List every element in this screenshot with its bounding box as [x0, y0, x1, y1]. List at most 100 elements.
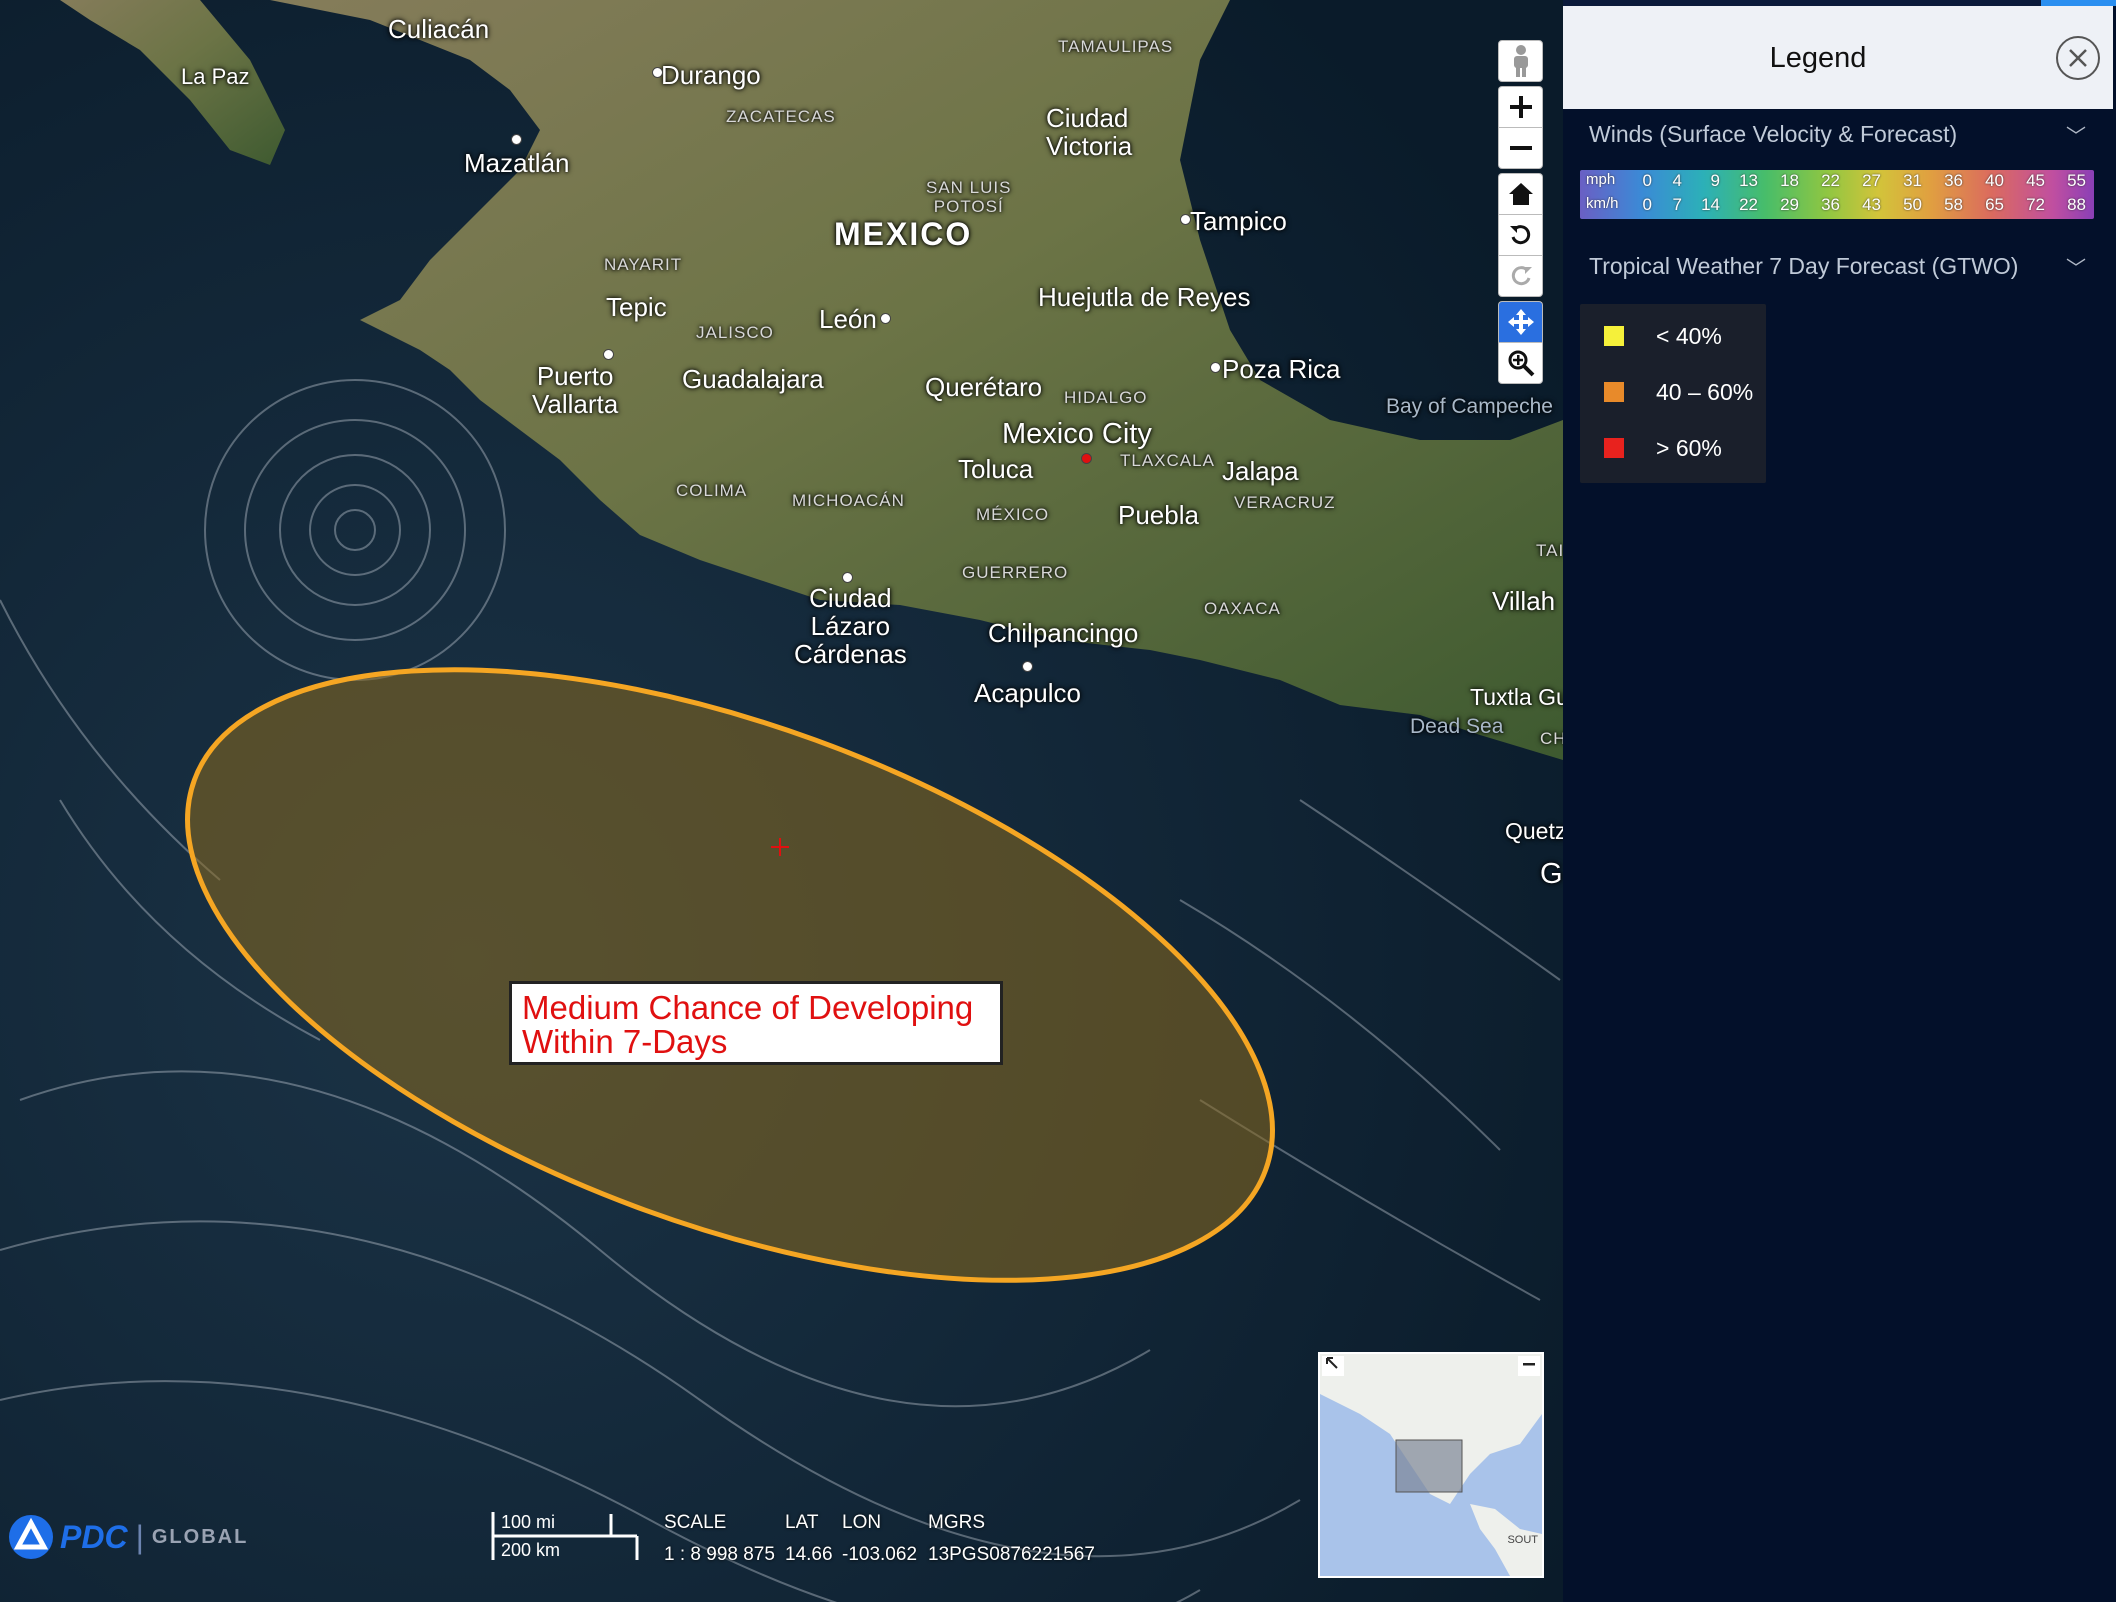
capital-marker	[1081, 453, 1092, 464]
home-icon	[1508, 183, 1533, 205]
legend-close-button[interactable]	[2056, 36, 2100, 80]
city-marker	[880, 313, 891, 324]
wind-scale-kmh-value: 0	[1642, 195, 1652, 214]
zoom-box-button[interactable]	[1498, 342, 1543, 384]
map-label-puerto-vallarta: Puerto Vallarta	[532, 361, 619, 419]
wind-scale-kmh-value: 14	[1701, 195, 1720, 214]
map-label-hidalgo: HIDALGO	[1064, 388, 1148, 407]
map-label-jalapa: Jalapa	[1222, 456, 1299, 486]
wind-scale-mph-value: 22	[1821, 171, 1840, 190]
rotate-right-icon	[1511, 266, 1532, 286]
legend-section-winds[interactable]: Winds (Surface Velocity & Forecast)	[1589, 121, 1957, 148]
gtwo-swatch-red	[1604, 438, 1624, 458]
readout-lat: LAT 14.66	[785, 1512, 833, 1566]
map-label-mexico-state: MÉXICO	[976, 505, 1050, 524]
scale-bar: 100 mi 200 km	[491, 1510, 641, 1562]
wind-scale-mph-value: 13	[1739, 171, 1758, 190]
map-label-tampico: Tampico	[1190, 206, 1287, 236]
minimap-expand-button[interactable]	[1322, 1356, 1344, 1376]
map-label-tab: TAI	[1536, 541, 1563, 560]
zoom-in-button[interactable]	[1498, 86, 1543, 127]
wind-scale-kmh-row: km/h 0 7 14 22 29 36 43 50 58 65 72 88	[1580, 195, 2094, 219]
wind-scale-kmh-value: 22	[1739, 195, 1758, 214]
map-label-tamaulipas: TAMAULIPAS	[1058, 37, 1174, 56]
overview-minimap[interactable]: SOUT	[1318, 1352, 1544, 1578]
chevron-down-icon[interactable]: ﹀	[2066, 120, 2086, 149]
map-toolbar	[1498, 40, 1543, 388]
map-label-ciudad-victoria: Ciudad Victoria	[1046, 103, 1133, 161]
rotate-left-icon	[1509, 225, 1530, 245]
map-label-michoacan: MICHOACÁN	[792, 491, 905, 510]
forecast-annotation: Medium Chance of Developing Within 7-Day…	[509, 981, 1003, 1065]
map-label-la-paz: La Paz	[181, 64, 250, 89]
city-marker	[511, 134, 522, 145]
map-label-colima: COLIMA	[676, 481, 748, 500]
wind-scale-mph-value: 36	[1944, 171, 1963, 190]
map-label-guadalajara: Guadalajara	[682, 364, 824, 394]
city-marker	[1210, 362, 1221, 373]
map-label-tlaxcala: TLAXCALA	[1120, 451, 1215, 470]
gtwo-swatch-yellow	[1604, 326, 1624, 346]
map-label-jalisco: JALISCO	[696, 323, 774, 342]
map-label-ciudad-lazaro-cardenas: Ciudad Lázaro Cárdenas	[794, 583, 907, 669]
pdc-global-logo: PDC | GLOBAL	[8, 1514, 248, 1560]
map-label-guerrero: GUERRERO	[962, 563, 1069, 582]
wind-scale-kmh-value: 88	[2067, 195, 2086, 214]
chevron-down-icon[interactable]: ﹀	[2066, 252, 2086, 281]
readout-lat-value: 14.66	[785, 1544, 833, 1565]
scale-bar-km: 200 km	[501, 1540, 561, 1560]
minimap-collapse-button[interactable]	[1518, 1356, 1540, 1376]
pan-button[interactable]	[1498, 301, 1543, 342]
wind-scale-kmh-value: 58	[1944, 195, 1963, 214]
gtwo-swatch-orange	[1604, 382, 1624, 402]
map-label-tuxtla: Tuxtla Gu	[1470, 684, 1563, 710]
wind-scale-mph-row: mph 0 4 9 13 18 22 27 31 36 40 45 55	[1580, 171, 2094, 195]
logo-global-text: GLOBAL	[151, 1525, 249, 1548]
minus-icon	[1509, 146, 1532, 150]
readout-scale-value: 1 : 8 998 875	[664, 1544, 775, 1565]
gtwo-label-medium: 40 – 60%	[1656, 379, 1754, 405]
readout-lon-label: LON	[842, 1512, 882, 1533]
map-label-queretaro: Querétaro	[925, 372, 1043, 402]
map-label-tepic: Tepic	[606, 292, 667, 322]
street-view-button[interactable]	[1498, 40, 1543, 82]
map-label-g: G	[1540, 858, 1563, 890]
map-view[interactable]: Culiacán La Paz Durango TAMAULIPAS ZACAT…	[0, 0, 1563, 1602]
map-label-villah: Villah	[1492, 586, 1556, 616]
gtwo-item-low: < 40%	[1580, 316, 1766, 356]
rotate-left-button[interactable]	[1498, 214, 1543, 255]
wind-scale-kmh-value: 65	[1985, 195, 2004, 214]
wind-scale-mph-value: 27	[1862, 171, 1881, 190]
wind-scale-mph-value: 0	[1642, 171, 1652, 190]
wind-scale-mph-value: 45	[2026, 171, 2045, 190]
map-label-san-luis-potosi: SAN LUIS POTOSÍ	[926, 178, 1012, 216]
map-label-acapulco: Acapulco	[974, 678, 1081, 708]
city-marker	[1022, 661, 1033, 672]
city-marker	[652, 67, 663, 78]
gtwo-item-medium: 40 – 60%	[1580, 372, 1766, 412]
readout-lon: LON -103.062	[842, 1512, 917, 1566]
wind-scale-kmh-value: 72	[2026, 195, 2045, 214]
forecast-annotation-text: Medium Chance of Developing Within 7-Day…	[522, 989, 974, 1060]
wind-scale-kmh-value: 29	[1780, 195, 1799, 214]
map-label-quetz: Quetz	[1505, 818, 1563, 844]
wind-scale-mph-value: 18	[1780, 171, 1799, 190]
legend-section-gtwo[interactable]: Tropical Weather 7 Day Forecast (GTWO)	[1589, 253, 2018, 280]
readout-lat-label: LAT	[785, 1512, 819, 1533]
map-label-mexico: MEXICO	[834, 216, 973, 252]
home-button[interactable]	[1498, 173, 1543, 214]
zoom-out-button[interactable]	[1498, 127, 1543, 169]
wind-scale-kmh-value: 7	[1672, 195, 1682, 214]
city-marker	[1180, 214, 1191, 225]
wind-scale-mph-value: 40	[1985, 171, 2004, 190]
rotate-right-button[interactable]	[1498, 255, 1543, 297]
readout-mgrs: MGRS 13PGS0876221567	[928, 1512, 1095, 1566]
map-label-bay-of-campeche: Bay of Campeche	[1386, 395, 1553, 418]
wind-speed-scale: mph 0 4 9 13 18 22 27 31 36 40 45 55 km/…	[1580, 170, 2094, 219]
wind-scale-mph-value: 31	[1903, 171, 1922, 190]
expand-arrow-icon	[1326, 1357, 1338, 1369]
map-label-toluca: Toluca	[958, 454, 1034, 484]
pdc-logo-text: PDC	[60, 1518, 128, 1555]
scale-bar-miles: 100 mi	[501, 1512, 556, 1532]
readout-scale-label: SCALE	[664, 1512, 727, 1533]
